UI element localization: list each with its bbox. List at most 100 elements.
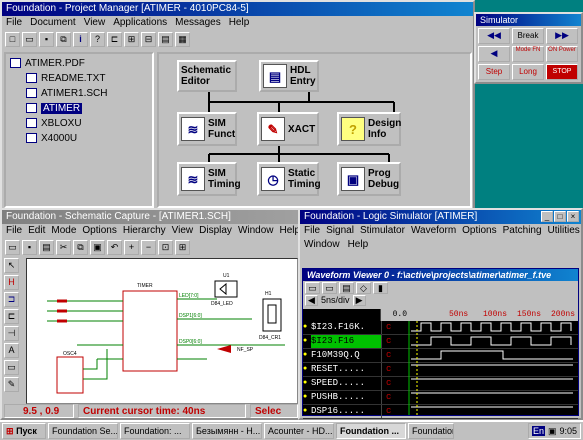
taskbar-item[interactable]: Foundation Se... bbox=[48, 423, 118, 439]
taskbar-item[interactable]: Acounter - HD... bbox=[264, 423, 334, 439]
tool-b-icon[interactable]: ⊟ bbox=[141, 31, 156, 47]
rewind-button[interactable]: ◀◀ bbox=[478, 28, 510, 44]
menu-hierarchy[interactable]: Hierarchy bbox=[123, 224, 166, 238]
undo-icon[interactable]: ↶ bbox=[107, 239, 122, 255]
menu-waveform[interactable]: Waveform bbox=[411, 224, 456, 238]
forward-button[interactable]: ▶▶ bbox=[546, 28, 578, 44]
open-icon[interactable]: ▭ bbox=[5, 239, 20, 255]
bus-icon[interactable]: ◇ bbox=[356, 282, 371, 294]
probe-icon[interactable]: ✎ bbox=[4, 377, 19, 392]
start-button[interactable]: ⊞ Пуск bbox=[2, 423, 46, 439]
menu-window[interactable]: Window bbox=[304, 238, 340, 252]
xact-button[interactable]: ✎ XACT bbox=[257, 112, 319, 146]
help-icon[interactable]: ? bbox=[90, 31, 105, 47]
menu-document[interactable]: Document bbox=[30, 16, 76, 30]
long-button[interactable]: Long bbox=[512, 64, 544, 80]
schematic-canvas[interactable]: TIMER OSC4 LED[7:0] DSP1[6:0] DSP0[6:0] … bbox=[26, 258, 298, 404]
menu-options[interactable]: Options bbox=[82, 224, 116, 238]
net-label-icon[interactable]: ⊣ bbox=[4, 326, 19, 341]
break-button[interactable]: Break bbox=[512, 28, 544, 44]
wire-icon[interactable]: ⊐ bbox=[4, 292, 19, 307]
marker-icon[interactable]: ▮ bbox=[373, 282, 388, 294]
menu-signal[interactable]: Signal bbox=[326, 224, 354, 238]
menu-patching[interactable]: Patching bbox=[503, 224, 542, 238]
close-icon[interactable]: × bbox=[567, 211, 579, 222]
menu-display[interactable]: Display bbox=[199, 224, 232, 238]
info-icon[interactable]: i bbox=[73, 31, 88, 47]
waveform-viewer-title[interactable]: Waveform Viewer 0 - f:\active\projects\a… bbox=[303, 269, 578, 281]
hdl-entry-button[interactable]: ▤ HDL Entry bbox=[259, 60, 319, 92]
mode-button[interactable]: Mode FN bbox=[512, 46, 544, 62]
minimize-icon[interactable]: _ bbox=[541, 211, 553, 222]
zoom-out-icon[interactable]: − bbox=[141, 239, 156, 255]
project-manager-title[interactable]: Foundation - Project Manager [ATIMER - 4… bbox=[2, 2, 473, 16]
language-indicator[interactable]: En bbox=[531, 426, 545, 436]
tree-root[interactable]: ATIMER.PDF bbox=[10, 56, 152, 71]
tree-item[interactable]: README.TXT bbox=[10, 71, 152, 86]
copy-icon[interactable]: ⧉ bbox=[73, 239, 88, 255]
save-icon[interactable]: ▪ bbox=[22, 239, 37, 255]
menu-messages[interactable]: Messages bbox=[175, 16, 221, 30]
menu-view[interactable]: View bbox=[84, 16, 106, 30]
tool-c-icon[interactable]: ▤ bbox=[158, 31, 173, 47]
menu-file[interactable]: File bbox=[304, 224, 320, 238]
tool-a-icon[interactable]: ⊞ bbox=[124, 31, 139, 47]
logic-sim-title[interactable]: Foundation - Logic Simulator [ATIMER] _ … bbox=[300, 210, 581, 224]
taskbar-item-active[interactable]: Foundation ... bbox=[336, 423, 406, 439]
menu-utilities[interactable]: Utilities bbox=[548, 224, 580, 238]
zoom-fit-icon[interactable]: ⊡ bbox=[158, 239, 173, 255]
schematic-editor-button[interactable]: Schematic Editor bbox=[177, 60, 237, 92]
select-arrow-icon[interactable]: ↖ bbox=[4, 258, 19, 273]
menu-window[interactable]: Window bbox=[238, 224, 274, 238]
menu-edit[interactable]: Edit bbox=[28, 224, 45, 238]
stop-button[interactable]: STOP bbox=[546, 64, 578, 80]
design-info-button[interactable]: ? Design Info bbox=[337, 112, 401, 146]
component-icon[interactable]: ▭ bbox=[4, 360, 19, 375]
menu-options[interactable]: Options bbox=[462, 224, 496, 238]
cut-icon[interactable]: ✂ bbox=[56, 239, 71, 255]
taskbar-item[interactable]: Foundation: ... bbox=[408, 423, 454, 439]
print-icon[interactable]: ▤ bbox=[39, 239, 54, 255]
sim-funct-button[interactable]: ≋ SIM Funct bbox=[177, 112, 237, 146]
menu-view[interactable]: View bbox=[172, 224, 194, 238]
menu-mode[interactable]: Mode bbox=[51, 224, 76, 238]
menu-file[interactable]: File bbox=[6, 16, 22, 30]
text-icon[interactable]: A bbox=[4, 343, 19, 358]
static-timing-button[interactable]: ◷ Static Timing bbox=[257, 162, 321, 196]
menu-file[interactable]: File bbox=[6, 224, 22, 238]
menu-help[interactable]: Help bbox=[348, 238, 369, 252]
left-button[interactable]: ◀ bbox=[478, 46, 510, 62]
resolution-up-icon[interactable]: ▶ bbox=[352, 295, 366, 306]
tree-item[interactable]: XBLOXU bbox=[10, 116, 152, 131]
schematic-icon[interactable]: ⊏ bbox=[107, 31, 122, 47]
menu-help[interactable]: Help bbox=[229, 16, 250, 30]
power-button[interactable]: ON Power bbox=[546, 46, 578, 62]
bus-icon[interactable]: ⊏ bbox=[4, 309, 19, 324]
hierarchy-icon[interactable]: ⊞ bbox=[175, 239, 190, 255]
menu-help[interactable]: Help bbox=[280, 224, 301, 238]
waveform-area[interactable]: 0.0 50ns 100ns 150ns 200ns ● $I23.F16K. c ●… bbox=[303, 309, 578, 419]
simulator-title[interactable]: Simulator bbox=[476, 14, 581, 26]
open-icon[interactable]: ▭ bbox=[22, 31, 37, 47]
prog-debug-button[interactable]: ▣ Prog Debug bbox=[337, 162, 401, 196]
step-button[interactable]: Step bbox=[478, 64, 510, 80]
schematic-title[interactable]: Foundation - Schematic Capture - [ATIMER… bbox=[2, 210, 298, 224]
menu-applications[interactable]: Applications bbox=[113, 16, 167, 30]
sim-timing-button[interactable]: ≋ SIM Timing bbox=[177, 162, 241, 196]
tree-item-selected[interactable]: ATIMER bbox=[10, 101, 152, 116]
tool-d-icon[interactable]: ▦ bbox=[175, 31, 190, 47]
copy-icon[interactable]: ⧉ bbox=[56, 31, 71, 47]
new-icon[interactable]: □ bbox=[5, 31, 20, 47]
resolution-down-icon[interactable]: ◀ bbox=[305, 295, 318, 306]
maximize-icon[interactable]: □ bbox=[554, 211, 566, 222]
zoom-in-icon[interactable]: ▭ bbox=[305, 282, 320, 294]
hierarchy-push-icon[interactable]: H bbox=[4, 275, 19, 290]
menu-stimulator[interactable]: Stimulator bbox=[360, 224, 405, 238]
tree-item[interactable]: X4000U bbox=[10, 131, 152, 146]
signal-add-icon[interactable]: ▤ bbox=[339, 282, 354, 294]
zoom-in-icon[interactable]: + bbox=[124, 239, 139, 255]
tree-item[interactable]: ATIMER1.SCH bbox=[10, 86, 152, 101]
taskbar-item[interactable]: Безымянн - Н... bbox=[192, 423, 262, 439]
paste-icon[interactable]: ▣ bbox=[90, 239, 105, 255]
taskbar-item[interactable]: Foundation: ... bbox=[120, 423, 190, 439]
